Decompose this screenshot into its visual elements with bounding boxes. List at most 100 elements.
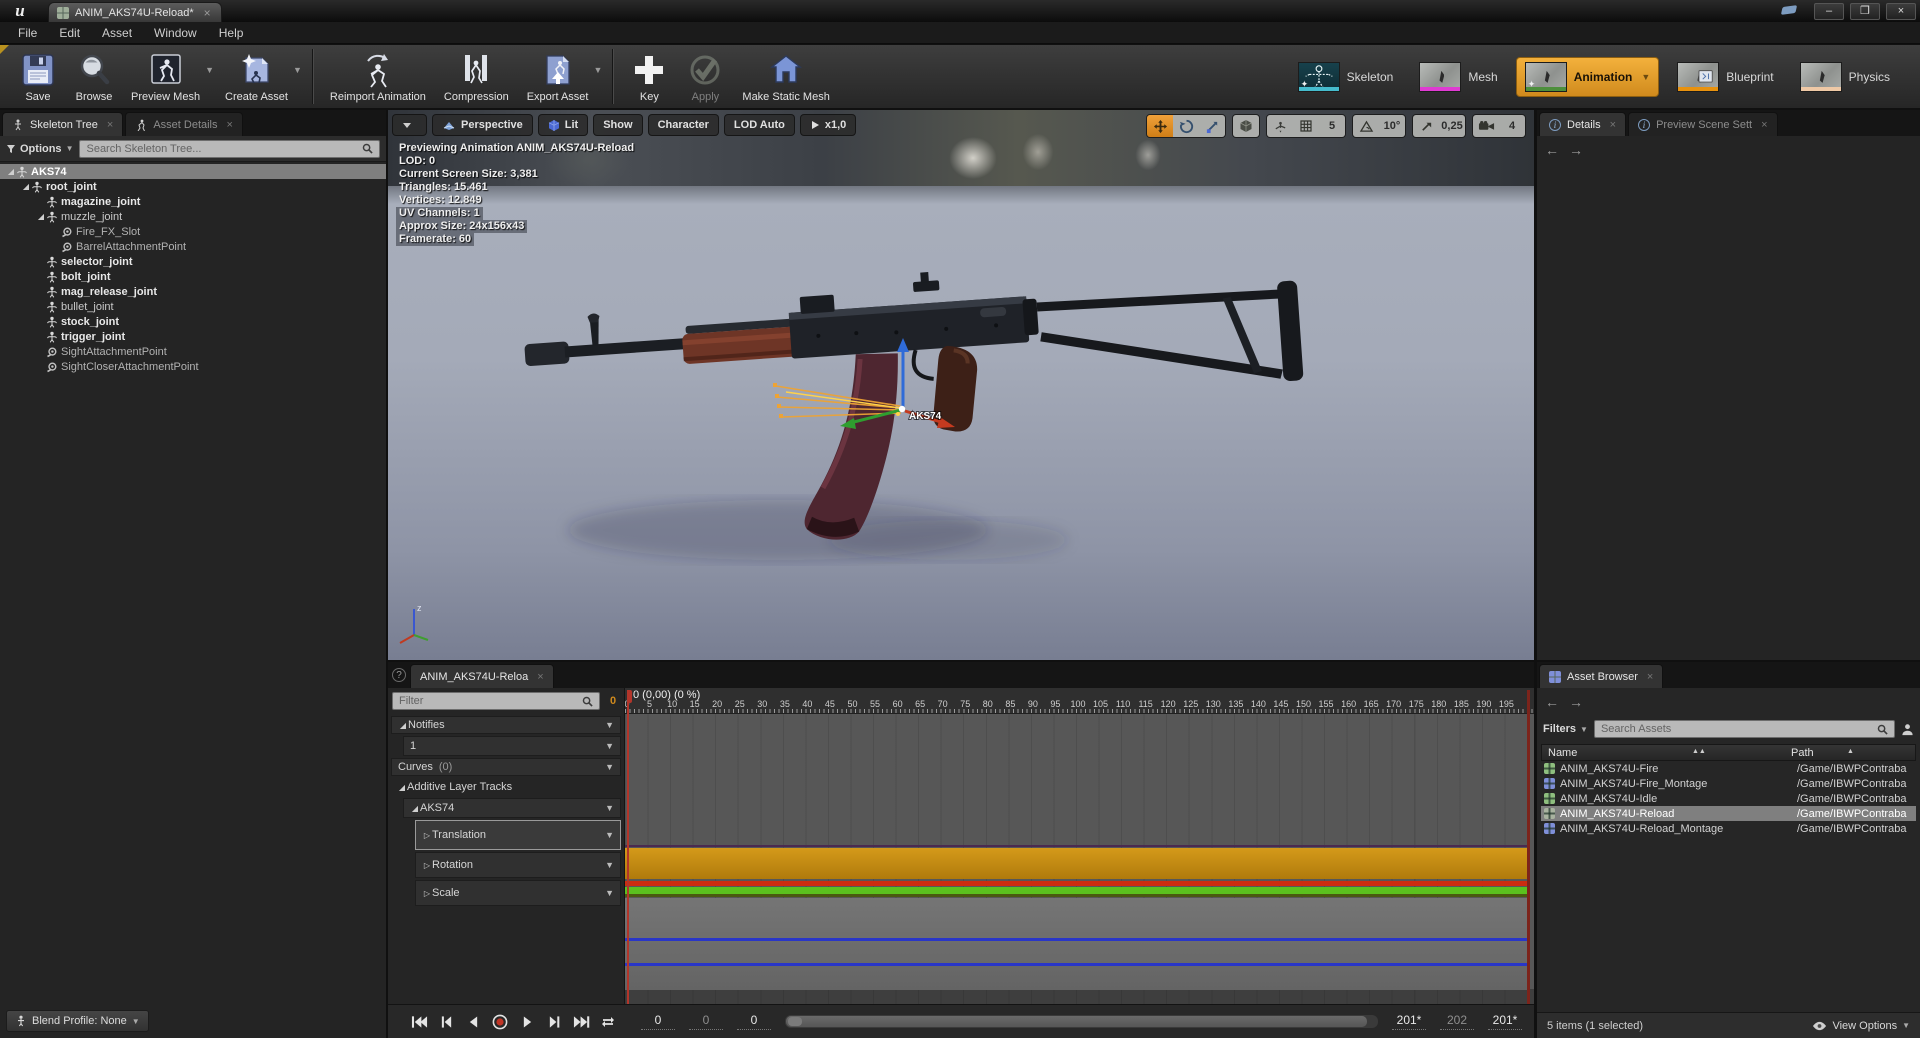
save-button[interactable]: Save [10, 45, 66, 108]
mode-physics-button[interactable]: Physics [1792, 58, 1898, 96]
go-end-button[interactable] [571, 1013, 591, 1031]
expander-icon[interactable]: ▷ [422, 831, 432, 840]
scale-snap-value[interactable]: 0,25 [1439, 115, 1465, 137]
step-forward-button[interactable] [544, 1013, 564, 1031]
tree-node-bolt_joint[interactable]: bolt_joint [0, 269, 386, 284]
asset-row-anim_aks74u-fire[interactable]: ANIM_AKS74U-Fire/Game/IBWPContraba [1541, 761, 1916, 776]
play-reverse-button[interactable] [463, 1013, 483, 1031]
tree-node-magazine_joint[interactable]: magazine_joint [0, 194, 386, 209]
forward-arrow-icon[interactable]: → [1569, 142, 1583, 158]
frame-spinner[interactable]: 0 [641, 1013, 675, 1030]
asset-row-anim_aks74u-reload[interactable]: ANIM_AKS74U-Reload/Game/IBWPContraba [1541, 806, 1916, 821]
tree-node-root_joint[interactable]: ◢root_joint [0, 179, 386, 194]
tree-node-aks74[interactable]: ◢AKS74 [0, 164, 386, 179]
asset-search-input[interactable]: Search Assets [1594, 720, 1895, 738]
reimport-animation-button[interactable]: Reimport Animation [321, 45, 435, 108]
menu-help[interactable]: Help [209, 23, 254, 43]
chevron-down-icon[interactable]: ▼ [605, 762, 614, 772]
asset-row-anim_aks74u-idle[interactable]: ANIM_AKS74U-Idle/Game/IBWPContraba [1541, 791, 1916, 806]
viewport-lod-auto-button[interactable]: LOD Auto [724, 114, 795, 136]
chevron-down-icon[interactable]: ▼ [605, 860, 614, 870]
rotation-snap-value[interactable]: 10° [1379, 115, 1405, 137]
expander-icon[interactable]: ◢ [6, 167, 16, 176]
range-spinner[interactable]: 201* [1488, 1013, 1522, 1030]
tab-preview-scene-sett[interactable]: iPreview Scene Sett× [1628, 112, 1777, 136]
close-button[interactable]: × [1886, 3, 1916, 20]
timeline-tab[interactable]: ANIM_AKS74U-Reloa× [410, 664, 554, 688]
tutorial-icon[interactable] [1780, 4, 1800, 18]
viewport-character-button[interactable]: Character [648, 114, 719, 136]
frame-spinner[interactable]: 0 [689, 1013, 723, 1030]
tree-node-selector_joint[interactable]: selector_joint [0, 254, 386, 269]
loop-button[interactable] [598, 1013, 618, 1031]
column-header-path[interactable]: Path▲ [1787, 747, 1915, 759]
chevron-down-icon[interactable]: ▼ [293, 65, 302, 75]
track-scale[interactable]: ▷Scale▼ [415, 880, 621, 906]
timeline-scrollbar[interactable] [785, 1015, 1378, 1028]
track-area[interactable]: 0 (0,00) (0 %) 0510152025303540455055606… [625, 688, 1534, 1004]
track-additive-layer-tracks[interactable]: ◢Additive Layer Tracks [391, 778, 621, 796]
view-options-button[interactable]: View Options▼ [1812, 1020, 1910, 1032]
viewport-menu-button[interactable] [392, 114, 427, 136]
coordinate-space-button[interactable] [1233, 115, 1259, 137]
chevron-down-icon[interactable]: ▼ [605, 720, 614, 730]
scale-snap-button[interactable] [1413, 115, 1439, 137]
close-icon[interactable]: × [1761, 119, 1767, 131]
chevron-down-icon[interactable]: ▼ [605, 830, 614, 840]
browse-button[interactable]: Browse [66, 45, 122, 108]
minimize-button[interactable]: – [1814, 3, 1844, 20]
step-back-button[interactable] [436, 1013, 456, 1031]
chevron-down-icon[interactable]: ▼ [593, 65, 602, 75]
camera-speed-value[interactable]: 4 [1499, 115, 1525, 137]
curve-band[interactable] [625, 963, 1527, 966]
compression-button[interactable]: Compression [435, 45, 518, 108]
tab-details[interactable]: iDetails× [1539, 112, 1626, 136]
expander-icon[interactable]: ▷ [422, 889, 432, 898]
track-rotation[interactable]: ▷Rotation▼ [415, 852, 621, 878]
mode-blueprint-button[interactable]: Blueprint [1669, 58, 1781, 96]
translate-tool-button[interactable] [1147, 115, 1173, 137]
range-spinner[interactable]: 202 [1440, 1013, 1474, 1030]
tree-node-sightcloserattachmentpoint[interactable]: SightCloserAttachmentPoint [0, 359, 386, 374]
key-button[interactable]: Key [621, 45, 677, 108]
expander-icon[interactable]: ▷ [422, 861, 432, 870]
preview-mesh-button[interactable]: Preview Mesh [122, 45, 209, 108]
asset-row-anim_aks74u-reload_montage[interactable]: ANIM_AKS74U-Reload_Montage/Game/IBWPCont… [1541, 821, 1916, 836]
menu-file[interactable]: File [8, 23, 47, 43]
playhead[interactable] [627, 690, 629, 1004]
user-filter-icon[interactable] [1901, 723, 1914, 736]
expander-icon[interactable]: ◢ [410, 804, 420, 813]
grid-snap-button[interactable] [1293, 115, 1319, 137]
tree-node-muzzle_joint[interactable]: ◢muzzle_joint [0, 209, 386, 224]
tree-node-bullet_joint[interactable]: bullet_joint [0, 299, 386, 314]
chevron-down-icon[interactable]: ▼ [205, 65, 214, 75]
back-arrow-icon[interactable]: ← [1545, 142, 1559, 158]
menu-edit[interactable]: Edit [49, 23, 90, 43]
tab-close-icon[interactable]: × [204, 6, 211, 20]
track-curves[interactable]: Curves(0)▼ [391, 758, 621, 776]
chevron-down-icon[interactable]: ▼ [605, 741, 614, 751]
create-asset-button[interactable]: Create Asset [216, 45, 297, 108]
help-icon[interactable]: ? [392, 668, 406, 682]
tab-asset-details[interactable]: Asset Details× [125, 112, 243, 136]
viewport-x1-0-button[interactable]: x1,0 [800, 114, 856, 136]
column-header-name[interactable]: Name▲▲ [1542, 747, 1787, 759]
track-translation[interactable]: ▷Translation▼ [415, 820, 621, 850]
curve-band[interactable] [625, 881, 1527, 886]
3d-viewport[interactable]: AKS74 PerspectiveLitShowCharacterLOD Aut… [388, 110, 1534, 660]
document-tab[interactable]: ANIM_AKS74U-Reload* × [48, 2, 222, 22]
expander-icon[interactable]: ◢ [36, 212, 46, 221]
filters-dropdown[interactable]: Filters▼ [1543, 723, 1588, 735]
go-start-button[interactable] [409, 1013, 429, 1031]
play-button[interactable] [517, 1013, 537, 1031]
rotate-tool-button[interactable] [1173, 115, 1199, 137]
skeleton-tree-search-input[interactable]: Search Skeleton Tree... [79, 140, 380, 158]
track-filter-input[interactable]: Filter [392, 692, 600, 710]
curve-band[interactable] [625, 938, 1527, 941]
viewport-perspective-button[interactable]: Perspective [432, 114, 533, 136]
chevron-down-icon[interactable]: ▼ [605, 888, 614, 898]
back-arrow-icon[interactable]: ← [1545, 694, 1559, 710]
expander-icon[interactable]: ◢ [21, 182, 31, 191]
tree-node-sightattachmentpoint[interactable]: SightAttachmentPoint [0, 344, 386, 359]
mode-skeleton-button[interactable]: ✦Skeleton [1290, 58, 1402, 96]
